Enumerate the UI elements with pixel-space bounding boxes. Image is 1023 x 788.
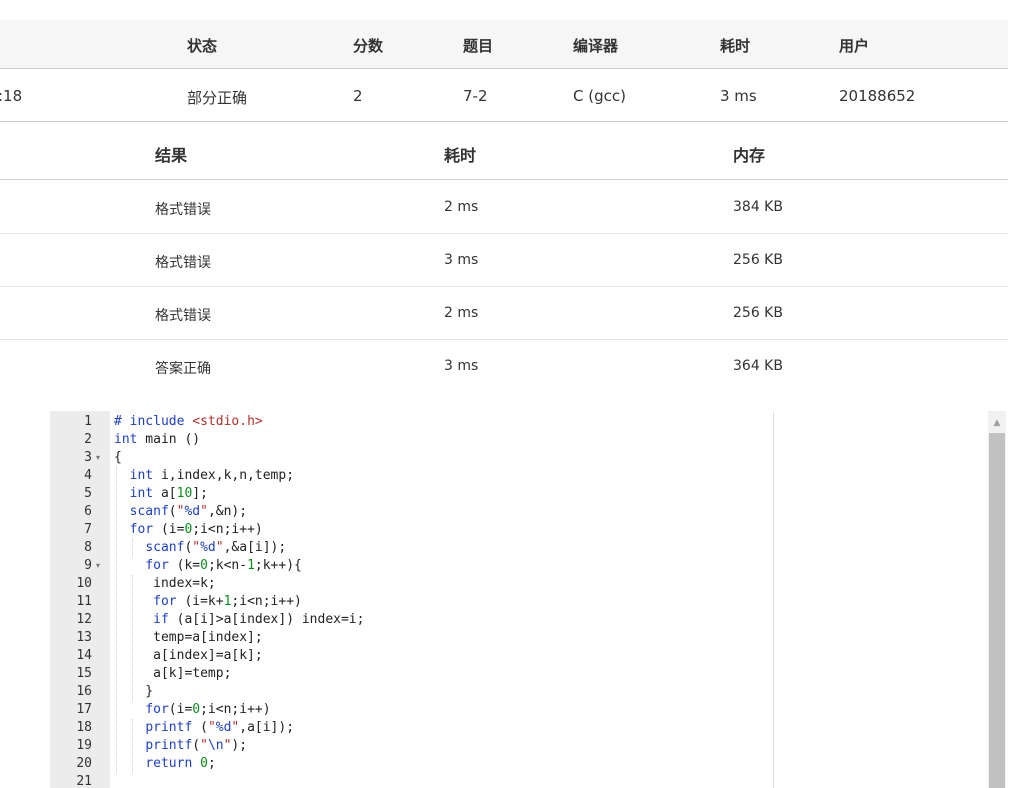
line-number: 18 — [76, 720, 92, 735]
header-status: 状态 — [187, 37, 218, 55]
case-memory: 256 KB — [733, 305, 783, 321]
scrollbar-thumb[interactable] — [989, 433, 1005, 788]
code-line[interactable]: scanf("%d",&n); — [114, 503, 247, 521]
line-number: 16 — [76, 684, 92, 699]
header-compiler: 编译器 — [573, 37, 619, 55]
line-number: 17 — [76, 702, 92, 717]
line-number: 21 — [76, 774, 92, 788]
case-header-memory: 内存 — [733, 146, 766, 165]
code-line[interactable]: int main () — [114, 431, 200, 449]
code-line[interactable]: for (i=0;i<n;i++) — [114, 521, 263, 539]
header-time: 耗时 — [720, 37, 751, 55]
editor-scrollbar[interactable]: ▲ — [988, 411, 1006, 788]
line-number: 12 — [76, 612, 92, 627]
code-line[interactable]: printf("\n"); — [114, 737, 247, 755]
line-number: 20 — [76, 756, 92, 771]
fold-arrow-icon[interactable]: ▾ — [96, 557, 100, 575]
case-time: 2 ms — [444, 305, 479, 321]
code-line[interactable]: { — [114, 449, 122, 467]
status-partial-correct: 部分正确 — [187, 89, 248, 107]
submission-table-header: 状态 分数 题目 编译器 耗时 用户 — [0, 20, 1008, 69]
line-number: 4 — [84, 468, 92, 483]
indent-guide — [132, 539, 133, 557]
code-line[interactable]: } — [114, 683, 153, 701]
case-row: 格式错误 2 ms 256 KB — [0, 287, 1008, 340]
code-line[interactable]: # include <stdio.h> — [114, 413, 263, 431]
case-result: 格式错误 — [155, 308, 211, 324]
code-line[interactable]: return 0; — [114, 755, 215, 773]
line-number: 14 — [76, 648, 92, 663]
header-user: 用户 — [839, 37, 870, 55]
line-number: 8 — [84, 540, 92, 555]
case-result: 答案正确 — [155, 361, 211, 377]
code-line[interactable]: if (a[i]>a[index]) index=i; — [114, 611, 364, 629]
code-line[interactable]: temp=a[index]; — [114, 629, 263, 647]
header-score: 分数 — [353, 37, 384, 55]
header-problem: 题目 — [463, 37, 494, 55]
code-line[interactable]: for(i=0;i<n;i++) — [114, 701, 270, 719]
case-time: 2 ms — [444, 199, 479, 215]
line-number: 1 — [84, 414, 92, 429]
compiler-value: C (gcc) — [573, 87, 626, 105]
line-number: 13 — [76, 630, 92, 645]
code-line[interactable]: int i,index,k,n,temp; — [114, 467, 294, 485]
time-value: 3 ms — [720, 87, 757, 105]
case-row: 格式错误 3 ms 256 KB — [0, 234, 1008, 287]
code-editor[interactable]: 1 2 3 ▾ 4 5 6 7 8 9 ▾ 10 11 12 13 14 15 16 17 18 19 20 21 # in… — [50, 411, 1008, 788]
case-row: 答案正确 3 ms 364 KB — [0, 340, 1008, 392]
case-memory: 256 KB — [733, 252, 783, 268]
line-number: 5 — [84, 486, 92, 501]
submit-time-fragment: :18 — [0, 87, 23, 105]
case-time: 3 ms — [444, 252, 479, 268]
code-line[interactable]: for (i=k+1;i<n;i++) — [114, 593, 302, 611]
case-table-header: 结果 耗时 内存 — [0, 123, 1008, 180]
line-number: 19 — [76, 738, 92, 753]
indent-guide — [116, 467, 117, 773]
line-number: 7 — [84, 522, 92, 537]
scroll-up-arrow-icon[interactable]: ▲ — [988, 415, 1006, 431]
case-time: 3 ms — [444, 358, 479, 374]
user-value: 20188652 — [839, 87, 916, 105]
line-number: 11 — [76, 594, 92, 609]
problem-link[interactable]: 7-2 — [463, 87, 488, 105]
line-number-gutter: 1 2 3 ▾ 4 5 6 7 8 9 ▾ 10 11 12 13 14 15 16 17 18 19 20 21 — [50, 411, 110, 788]
code-line[interactable]: printf ("%d",a[i]); — [114, 719, 294, 737]
case-result: 格式错误 — [155, 202, 211, 218]
line-number: 2 — [84, 432, 92, 447]
fold-arrow-icon[interactable]: ▾ — [96, 449, 100, 467]
line-number: 6 — [84, 504, 92, 519]
case-header-result: 结果 — [155, 146, 188, 165]
score-value: 2 — [353, 87, 363, 105]
case-memory: 384 KB — [733, 199, 783, 215]
indent-guide — [132, 575, 133, 701]
code-line[interactable]: a[index]=a[k]; — [114, 647, 263, 665]
line-number: 10 — [76, 576, 92, 591]
case-row: 格式错误 2 ms 384 KB — [0, 181, 1008, 234]
case-memory: 364 KB — [733, 358, 783, 374]
print-margin-line — [773, 411, 774, 788]
line-number: 15 — [76, 666, 92, 681]
indent-guide — [132, 719, 133, 773]
code-line[interactable]: scanf("%d",&a[i]); — [114, 539, 286, 557]
code-line[interactable]: for (k=0;k<n-1;k++){ — [114, 557, 302, 575]
submission-row: :18 部分正确 2 7-2 C (gcc) 3 ms 20188652 — [0, 69, 1008, 122]
line-number: 9 — [84, 558, 92, 573]
code-line[interactable]: int a[10]; — [114, 485, 208, 503]
line-number: 3 — [84, 450, 92, 465]
case-result: 格式错误 — [155, 255, 211, 271]
case-header-time: 耗时 — [444, 146, 477, 165]
code-line[interactable]: index=k; — [114, 575, 216, 593]
